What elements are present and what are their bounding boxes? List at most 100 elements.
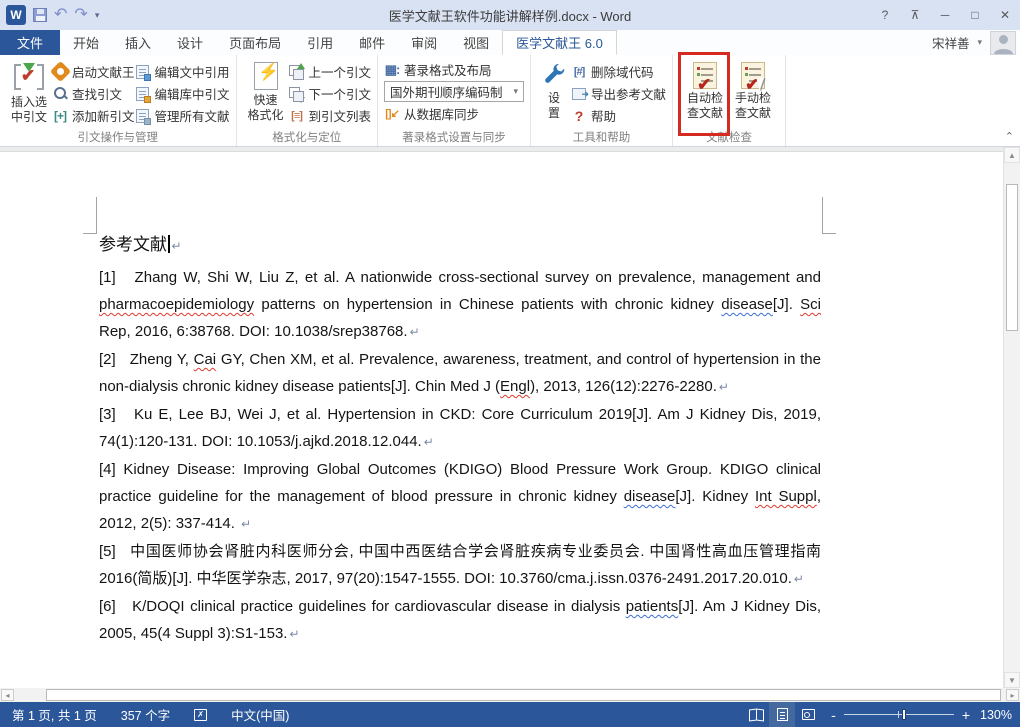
word-count-indicator[interactable]: 357 个字 xyxy=(109,705,182,724)
sync-from-database-button[interactable]: []↙ 从数据库同步 xyxy=(384,105,524,122)
tab-page-layout[interactable]: 页面布局 xyxy=(216,30,294,55)
horizontal-scrollbar-thumb[interactable] xyxy=(46,689,1001,701)
auto-check-label-2: 查文献 xyxy=(687,106,723,121)
zoom-slider-thumb[interactable] xyxy=(902,709,906,720)
close-icon[interactable]: ✕ xyxy=(990,0,1020,30)
vertical-scrollbar[interactable]: ▲ ▼ xyxy=(1003,147,1020,688)
tab-mailings[interactable]: 邮件 xyxy=(346,30,398,55)
scroll-right-icon[interactable]: ▸ xyxy=(1006,689,1019,701)
ribbon-display-options-icon[interactable]: ⊼ xyxy=(900,0,930,30)
document-canvas[interactable]: 参考文献↵ [1] Zhang W, Shi W, Liu Z, et al. … xyxy=(0,147,1003,688)
reference-paragraph[interactable]: [2] Zheng Y, Cai GY, Chen XM, et al. Pre… xyxy=(99,346,821,401)
tab-references[interactable]: 引用 xyxy=(294,30,346,55)
zoom-slider[interactable] xyxy=(844,709,954,720)
text-run: Cai xyxy=(194,351,217,368)
find-citation-button[interactable]: 查找引文 xyxy=(52,85,135,102)
print-layout-button[interactable] xyxy=(769,702,795,727)
zoom-level-indicator[interactable]: 130% xyxy=(980,708,1020,722)
user-dropdown-icon[interactable]: ▾ xyxy=(977,37,982,48)
ribbon-group-bibliography-style: ▦: 著录格式及布局 国外期刊顺序编码制 ▾ []↙ 从数据库同步 著录格式设置… xyxy=(378,55,531,146)
quick-format-label-1: 快速 xyxy=(254,93,278,108)
maximize-icon[interactable]: □ xyxy=(960,0,990,30)
help-button[interactable]: ? 帮助 xyxy=(571,107,666,124)
horizontal-scrollbar[interactable]: ◂ ▸ xyxy=(0,688,1020,702)
auto-check-references-button[interactable]: ✔ 自动检 查文献 xyxy=(683,61,727,121)
settings-label-2: 置 xyxy=(548,106,560,121)
export-references-button[interactable]: 导出参考文献 xyxy=(571,85,666,102)
ribbon: ✔ 插入选 中引文 启动文献王 查找引文 [+] 添加新引文 编辑文中引用 xyxy=(0,55,1020,147)
delete-field-codes-button[interactable]: [#] 删除域代码 xyxy=(571,63,666,80)
scroll-left-icon[interactable]: ◂ xyxy=(1,689,14,701)
save-icon[interactable] xyxy=(33,8,47,22)
settings-label-1: 设 xyxy=(548,91,560,106)
manage-all-references-button[interactable]: 管理所有文献 xyxy=(135,107,230,124)
quick-format-button[interactable]: ⚡ 快速 格式化 xyxy=(243,61,289,123)
reference-paragraph[interactable]: [1] Zhang W, Shi W, Liu Z, et al. A nati… xyxy=(99,264,821,346)
zoom-in-button[interactable]: + xyxy=(962,707,970,723)
wrench-icon xyxy=(541,62,567,88)
web-layout-button[interactable] xyxy=(795,702,821,727)
goto-citation-list-button[interactable]: [≡] 到引文列表 xyxy=(289,107,372,124)
references-heading[interactable]: 参考文献↵ xyxy=(99,230,821,255)
read-mode-button[interactable] xyxy=(743,702,769,727)
reference-paragraph[interactable]: [5] 中国医师协会肾脏内科医师分会, 中国中西医结合学会肾脏疾病专业委员会. … xyxy=(99,538,821,593)
ribbon-group-citation-management: ✔ 插入选 中引文 启动文献王 查找引文 [+] 添加新引文 编辑文中引用 xyxy=(0,55,237,146)
page-number-indicator[interactable]: 第 1 页, 共 1 页 xyxy=(0,705,109,724)
web-layout-icon xyxy=(802,709,815,720)
references-heading-text: 参考文献 xyxy=(99,235,167,254)
settings-button[interactable]: 设 置 xyxy=(537,61,571,121)
minimize-icon[interactable]: ─ xyxy=(930,0,960,30)
tab-insert[interactable]: 插入 xyxy=(112,30,164,55)
scroll-up-icon[interactable]: ▲ xyxy=(1004,147,1020,163)
hand-cursor-icon xyxy=(757,77,768,91)
customize-qat-icon[interactable]: ▾ xyxy=(95,10,100,21)
tab-medical-reference-king[interactable]: 医学文献王 6.0 xyxy=(502,30,617,55)
signed-in-user[interactable]: 宋祥善 xyxy=(932,33,970,52)
group-name-reference-check: 文献检查 xyxy=(673,129,785,145)
edit-library-citation-button[interactable]: 编辑库中引文 xyxy=(135,85,230,102)
goto-citation-list-label: 到引文列表 xyxy=(309,106,372,125)
redo-icon[interactable]: ↷ xyxy=(74,7,87,23)
export-references-icon xyxy=(572,88,586,100)
insert-selected-citation-button[interactable]: ✔ 插入选 中引文 xyxy=(6,61,52,125)
paragraph-mark: ↵ xyxy=(289,627,299,641)
insert-selected-citation-label-2: 中引文 xyxy=(11,110,47,125)
next-citation-button[interactable]: 下一个引文 xyxy=(289,85,372,102)
tab-home[interactable]: 开始 xyxy=(60,30,112,55)
previous-citation-button[interactable]: 上一个引文 xyxy=(289,63,372,80)
tab-file[interactable]: 文件 xyxy=(0,30,60,55)
language-indicator[interactable]: 中文(中国) xyxy=(219,705,301,724)
reference-paragraph[interactable]: [4] Kidney Disease: Improving Global Out… xyxy=(99,456,821,538)
add-new-citation-button[interactable]: [+] 添加新引文 xyxy=(52,107,135,124)
search-icon xyxy=(53,86,68,101)
user-avatar[interactable] xyxy=(990,31,1016,55)
sync-database-icon: []↙ xyxy=(384,106,400,122)
proofing-status-icon[interactable]: ✗ xyxy=(182,709,219,721)
tab-view[interactable]: 视图 xyxy=(450,30,502,55)
scroll-down-icon[interactable]: ▼ xyxy=(1004,672,1020,688)
document-text: 参考文献↵ [1] Zhang W, Shi W, Liu Z, et al. … xyxy=(99,230,821,648)
delete-field-codes-label: 删除域代码 xyxy=(591,62,654,81)
manual-check-references-button[interactable]: ✔ 手动检 查文献 xyxy=(731,61,775,121)
edit-intext-citation-button[interactable]: 编辑文中引用 xyxy=(135,63,230,80)
zoom-out-button[interactable]: - xyxy=(831,707,836,723)
quick-format-label-2: 格式化 xyxy=(248,108,284,123)
group-name-bibliography-style: 著录格式设置与同步 xyxy=(378,129,530,145)
reference-paragraph[interactable]: [6] K/DOQI clinical practice guidelines … xyxy=(99,593,821,648)
help-icon[interactable]: ? xyxy=(870,0,900,30)
text-run: [1] Zhang W, Shi W, Liu Z, et al. A nati… xyxy=(99,269,821,286)
word-app-icon[interactable]: W xyxy=(6,5,26,25)
vertical-scrollbar-thumb[interactable] xyxy=(1006,184,1018,331)
add-citation-label: 添加新引文 xyxy=(72,106,135,125)
tab-design[interactable]: 设计 xyxy=(164,30,216,55)
bibliography-style-layout-button[interactable]: ▦: 著录格式及布局 xyxy=(384,61,524,78)
export-references-label: 导出参考文献 xyxy=(591,84,666,103)
collapse-ribbon-icon[interactable]: ⌃ xyxy=(1005,130,1014,143)
undo-icon[interactable]: ↶ xyxy=(54,7,67,23)
bibliography-style-dropdown[interactable]: 国外期刊顺序编码制 ▾ xyxy=(384,81,524,102)
page-top-edge xyxy=(0,147,1003,152)
launch-reference-king-button[interactable]: 启动文献王 xyxy=(52,63,135,80)
tab-review[interactable]: 审阅 xyxy=(398,30,450,55)
reference-paragraph[interactable]: [3] Ku E, Lee BJ, Wei J, et al. Hyperten… xyxy=(99,401,821,456)
insert-selected-citation-label-1: 插入选 xyxy=(11,95,47,110)
